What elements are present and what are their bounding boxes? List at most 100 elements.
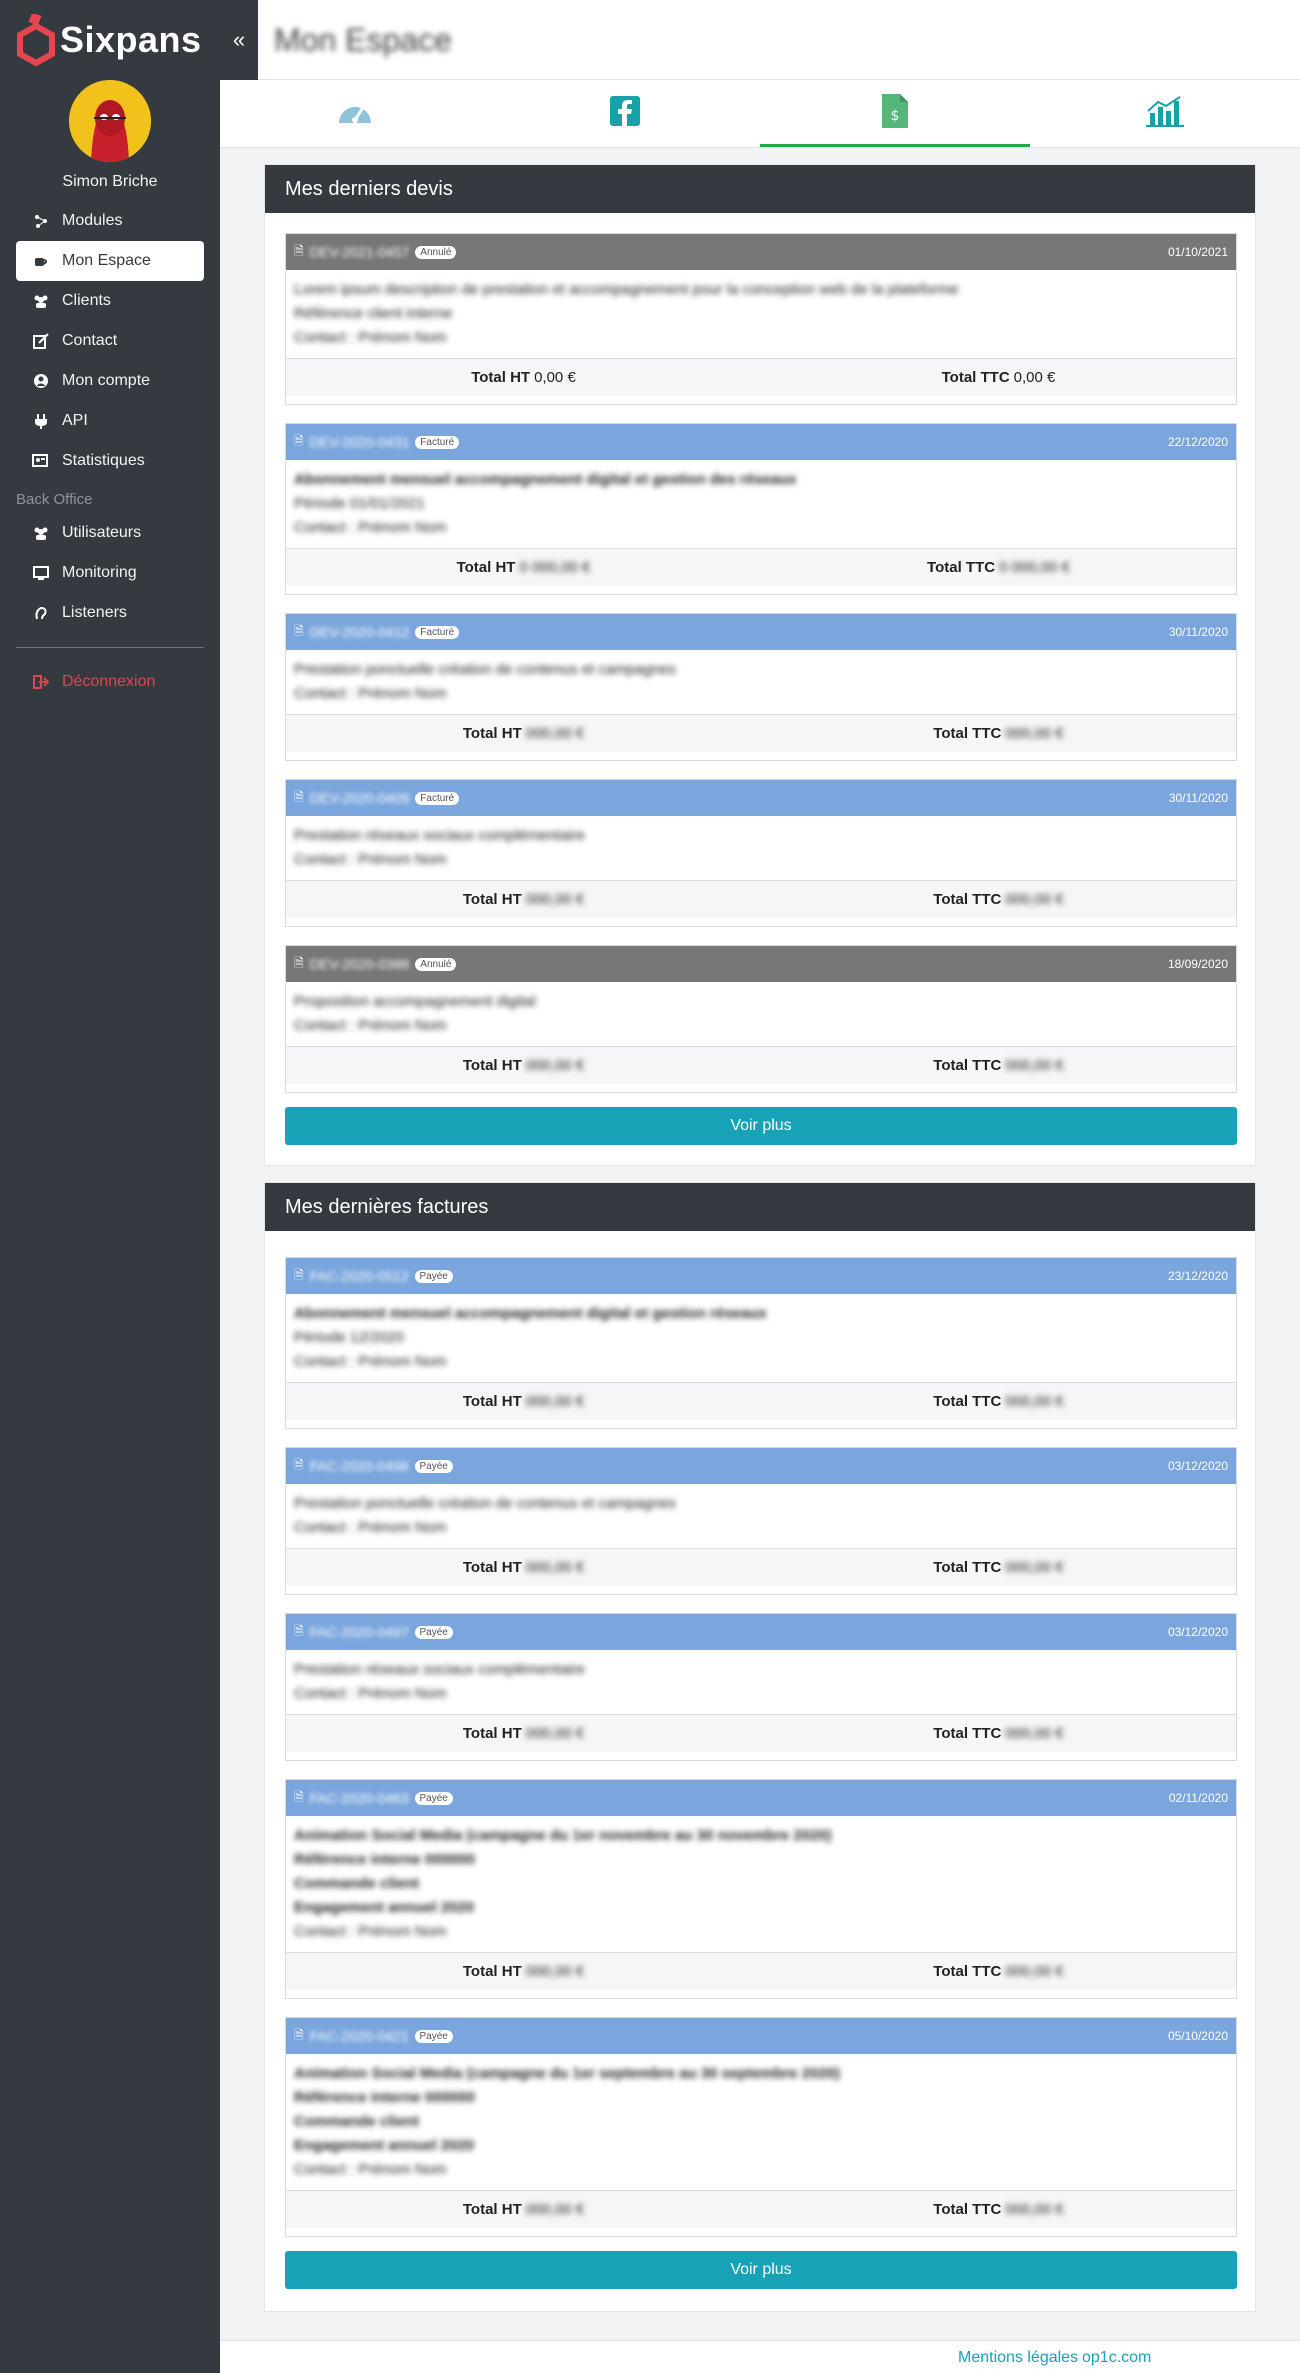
brand-name: Sixpans [60,19,202,60]
facture-date: 05/10/2020 [1167,2029,1228,2043]
tab-facebook[interactable] [490,80,760,147]
sidebar-item-mon-compte[interactable]: Mon compte [16,361,204,401]
total-ttc-label: Total TTC [941,369,1010,386]
page-title: Mon Espace [274,22,452,58]
sidebar-item-listeners[interactable]: Listeners [16,593,204,633]
sidebar-item-contact[interactable]: Contact [16,321,204,361]
status-badge: Payée [414,1791,453,1805]
total-ht-label: Total HT [471,369,531,386]
total-ttc-label: Total TTC [933,1725,1002,1742]
total-ht-label: Total HT [462,1057,522,1074]
devis-card-title: Mes derniers devis [265,165,1255,213]
listener-icon [32,604,50,622]
status-badge: Facturé [415,435,460,449]
sidebar-item-label: Contact [62,332,118,349]
dashboard-gauge-icon [336,96,374,131]
document-icon: 🗎 [294,623,304,638]
devis-voir-plus-button[interactable]: Voir plus [285,1107,1237,1145]
devis-description: Prestation réseaux sociaux complémentair… [294,827,585,868]
total-ttc-label: Total TTC [933,891,1002,908]
total-ttc-label: Total TTC [933,1393,1002,1410]
devis-number: DEV-2020-0388 [309,956,410,972]
total-ttc-value: 0,00 € [1013,369,1056,386]
contact-icon [32,332,50,350]
tab-dashboard[interactable] [220,80,490,147]
sidebar-item-monitoring[interactable]: Monitoring [16,553,204,593]
sidebar-item-statistiques[interactable]: Statistiques [16,441,204,481]
sidebar-item-label: Mon compte [62,372,151,389]
invoice-dollar-icon: $ [882,94,908,133]
status-badge: Annulé [415,245,457,259]
devis-number: DEV-2021-0457 [309,244,410,260]
facture-item[interactable]: 🗎 FAC-2020-0498 Payée 03/12/2020 Prestat… [285,1447,1237,1595]
facture-number: FAC-2020-0421 [309,2028,409,2044]
facture-description: Animation Social Media (campagne du 1er … [294,1827,832,1940]
facture-date: 02/11/2020 [1168,1791,1228,1805]
users-icon [32,524,50,542]
facture-date: 03/12/2020 [1167,1459,1228,1473]
facture-description: Prestation ponctuelle création de conten… [294,1495,676,1536]
document-icon: 🗎 [294,433,304,448]
tabs: $ [220,80,1300,148]
sidebar-item-clients[interactable]: Clients [16,281,204,321]
total-ht-label: Total HT [462,1725,522,1742]
avatar[interactable] [69,80,151,162]
factures-card: Mes dernières factures 🗎 FAC-2020-0512 P… [264,1182,1256,2312]
facture-number: FAC-2020-0512 [309,1268,409,1284]
logout-button[interactable]: Déconnexion [16,662,204,702]
monitor-icon [32,564,50,582]
facture-totals: Total HT 000,00 € Total TTC 000,00 € [286,1714,1236,1752]
facture-totals: Total HT 000,00 € Total TTC 000,00 € [286,1952,1236,1990]
document-icon: 🗎 [294,1267,304,1282]
site-link[interactable]: op1c.com [1082,2349,1151,2367]
sidebar-item-mon-espace[interactable]: Mon Espace [16,241,204,281]
total-ttc-label: Total TTC [927,559,996,576]
facture-item[interactable]: 🗎 FAC-2020-0463 Payée 02/11/2020 Animati… [285,1779,1237,1999]
document-icon: 🗎 [294,243,304,258]
collapse-sidebar-button[interactable]: « [220,0,258,80]
total-ht-label: Total HT [462,725,522,742]
factures-voir-plus-button[interactable]: Voir plus [285,2251,1237,2289]
legal-link[interactable]: Mentions légales [958,2349,1078,2367]
total-ht-label: Total HT [456,559,516,576]
chart-bar-icon [1146,95,1184,132]
main-nav: Modules Mon Espace Clients Contact Mon c… [0,201,220,702]
status-badge: Facturé [415,625,460,639]
total-ht-label: Total HT [462,891,522,908]
facture-date: 23/12/2020 [1167,1269,1228,1283]
devis-item[interactable]: 🗎 DEV-2020-0409 Facturé 30/11/2020 Prest… [285,779,1237,927]
total-ht-label: Total HT [462,1963,522,1980]
coffee-icon [32,252,50,270]
devis-item[interactable]: 🗎 DEV-2020-0431 Facturé 22/12/2020 Abonn… [285,423,1237,595]
facture-item[interactable]: 🗎 FAC-2020-0421 Payée 05/10/2020 Animati… [285,2017,1237,2237]
double-chevron-left-icon: « [232,27,246,52]
footer: Mentions légales op1c.com [220,2340,1300,2373]
sidebar-item-label: Statistiques [62,452,145,469]
total-ttc-label: Total TTC [933,1057,1002,1074]
total-ht-value: 0,00 € [534,369,576,386]
tab-statistics[interactable] [1030,80,1300,147]
devis-number: DEV-2020-0431 [309,434,410,450]
devis-item[interactable]: 🗎 DEV-2020-0388 Annulé 18/09/2020 Propos… [285,945,1237,1093]
logo[interactable]: Sixpans [0,0,220,80]
sidebar-item-modules[interactable]: Modules [16,201,204,241]
sidebar-item-utilisateurs[interactable]: Utilisateurs [16,513,204,553]
devis-item[interactable]: 🗎 DEV-2020-0412 Facturé 30/11/2020 Prest… [285,613,1237,761]
tab-invoices[interactable]: $ [760,80,1030,147]
devis-card: Mes derniers devis 🗎 DEV-2021-0457 Annul… [264,164,1256,1166]
devis-item[interactable]: 🗎 DEV-2021-0457 Annulé 01/10/2021 Lorem … [285,233,1237,405]
document-icon: 🗎 [294,1789,304,1804]
facture-date: 03/12/2020 [1167,1625,1228,1639]
sidebar-item-api[interactable]: API [16,401,204,441]
logout-label: Déconnexion [62,673,156,690]
sidebar-item-label: Modules [62,212,123,229]
devis-totals: Total HT 000,00 € Total TTC 000,00 € [286,880,1236,918]
total-ht-label: Total HT [462,1393,522,1410]
factures-card-title: Mes dernières factures [265,1183,1255,1231]
document-icon: 🗎 [294,1457,304,1472]
facture-item[interactable]: 🗎 FAC-2020-0512 Payée 23/12/2020 Abonnem… [285,1257,1237,1429]
facture-item[interactable]: 🗎 FAC-2020-0497 Payée 03/12/2020 Prestat… [285,1613,1237,1761]
stats-icon [32,452,50,470]
document-icon: 🗎 [294,955,304,970]
devis-number: DEV-2020-0409 [309,790,410,806]
